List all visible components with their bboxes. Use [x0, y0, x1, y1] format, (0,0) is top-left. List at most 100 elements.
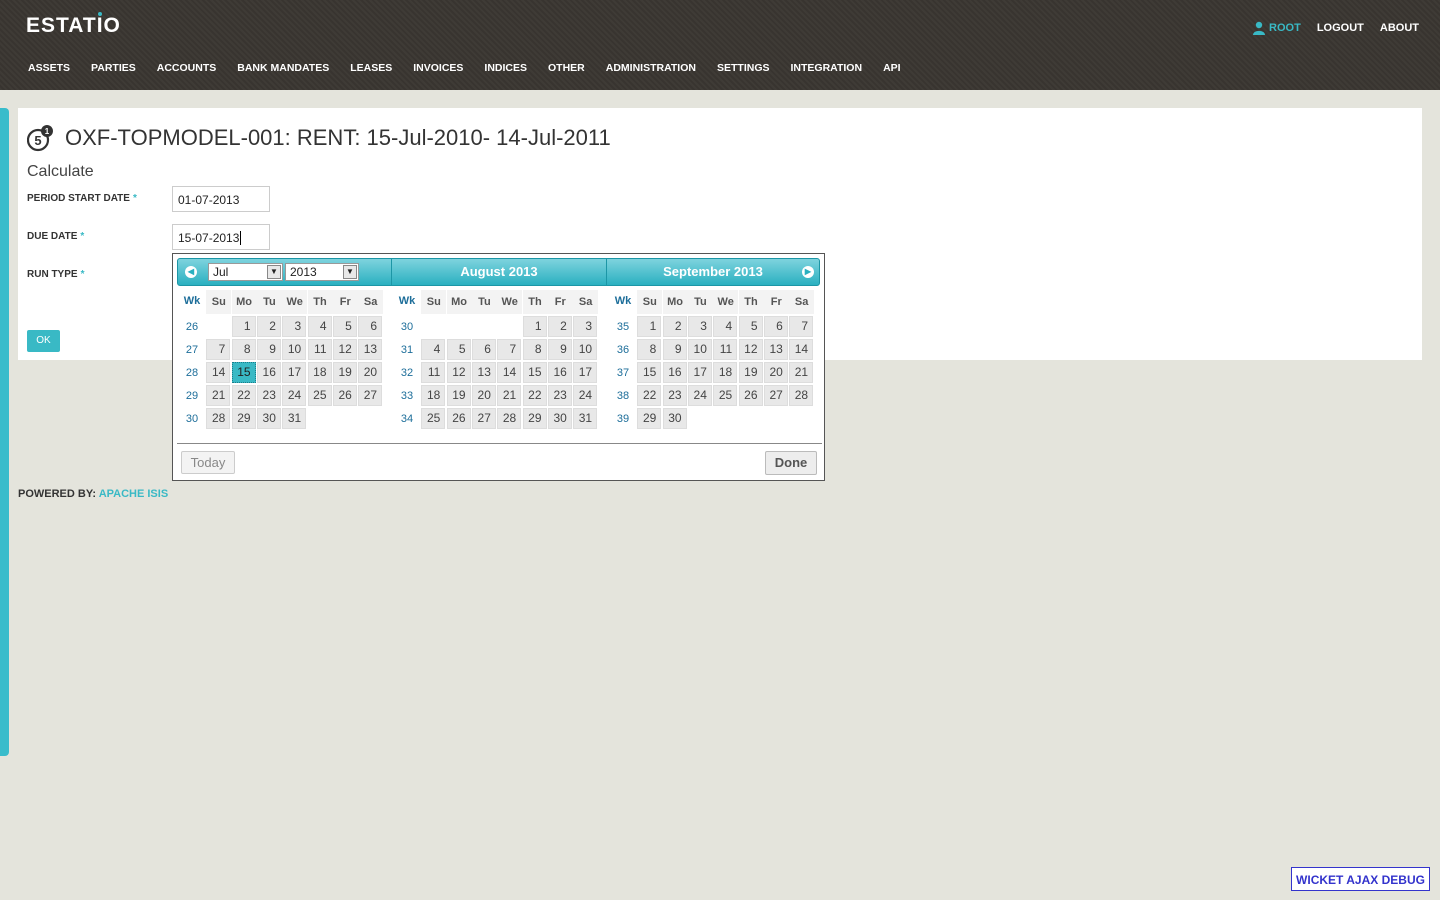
calendar-day[interactable]: 9: [256, 339, 281, 360]
calendar-day[interactable]: 5: [738, 316, 763, 337]
calendar-day[interactable]: 23: [256, 385, 281, 406]
period-start-field[interactable]: 01-07-2013: [172, 186, 270, 212]
calendar-day[interactable]: 19: [738, 362, 763, 383]
calendar-day[interactable]: 20: [763, 362, 788, 383]
calendar-day[interactable]: 21: [497, 385, 522, 406]
calendar-day[interactable]: 18: [713, 362, 738, 383]
calendar-day[interactable]: 7: [206, 339, 231, 360]
next-month-icon[interactable]: ▶: [802, 266, 814, 278]
calendar-day[interactable]: 22: [637, 385, 662, 406]
menu-item-parties[interactable]: PARTIES: [91, 62, 136, 74]
calendar-day[interactable]: 6: [763, 316, 788, 337]
calendar-day[interactable]: 24: [282, 385, 307, 406]
calendar-day[interactable]: 7: [497, 339, 522, 360]
calendar-day[interactable]: 17: [282, 362, 307, 383]
calendar-day[interactable]: 19: [446, 385, 471, 406]
menu-item-indices[interactable]: INDICES: [484, 62, 527, 74]
due-date-field[interactable]: 15-07-2013: [172, 224, 270, 250]
calendar-day[interactable]: 28: [497, 408, 522, 429]
calendar-day[interactable]: 8: [522, 339, 547, 360]
calendar-day[interactable]: 26: [332, 385, 357, 406]
calendar-day[interactable]: 30: [547, 408, 572, 429]
calendar-day[interactable]: 14: [789, 339, 814, 360]
calendar-day[interactable]: 9: [547, 339, 572, 360]
calendar-day[interactable]: 31: [282, 408, 307, 429]
calendar-day[interactable]: 6: [358, 316, 383, 337]
calendar-day[interactable]: 29: [522, 408, 547, 429]
calendar-day[interactable]: 12: [738, 339, 763, 360]
menu-item-assets[interactable]: ASSETS: [28, 62, 70, 74]
menu-item-api[interactable]: API: [883, 62, 901, 74]
calendar-day[interactable]: 16: [662, 362, 687, 383]
calendar-day[interactable]: 1: [522, 316, 547, 337]
calendar-day[interactable]: 27: [358, 385, 383, 406]
calendar-day[interactable]: 28: [206, 408, 231, 429]
menu-item-invoices[interactable]: INVOICES: [413, 62, 463, 74]
calendar-day[interactable]: 26: [738, 385, 763, 406]
calendar-day[interactable]: 25: [307, 385, 332, 406]
calendar-day[interactable]: 23: [547, 385, 572, 406]
calendar-day[interactable]: 12: [332, 339, 357, 360]
calendar-day[interactable]: 7: [789, 316, 814, 337]
calendar-day[interactable]: 13: [358, 339, 383, 360]
calendar-day[interactable]: 18: [421, 385, 446, 406]
calendar-day[interactable]: 27: [471, 408, 496, 429]
calendar-day[interactable]: 5: [446, 339, 471, 360]
calendar-day[interactable]: 29: [637, 408, 662, 429]
year-select[interactable]: 2013 ▼: [285, 263, 359, 281]
calendar-day[interactable]: 10: [282, 339, 307, 360]
calendar-day[interactable]: 17: [573, 362, 598, 383]
calendar-day[interactable]: 11: [421, 362, 446, 383]
calendar-day[interactable]: 10: [687, 339, 712, 360]
month-select[interactable]: Jul ▼: [208, 263, 283, 281]
calendar-day[interactable]: 24: [573, 385, 598, 406]
calendar-day[interactable]: 15: [637, 362, 662, 383]
wicket-ajax-debug-button[interactable]: WICKET AJAX DEBUG: [1291, 867, 1430, 891]
calendar-day[interactable]: 15: [522, 362, 547, 383]
calendar-day[interactable]: 4: [307, 316, 332, 337]
calendar-day[interactable]: 3: [687, 316, 712, 337]
calendar-day[interactable]: 26: [446, 408, 471, 429]
calendar-day[interactable]: 24: [687, 385, 712, 406]
app-logo[interactable]: ESTATIO: [26, 14, 121, 38]
calendar-day[interactable]: 11: [713, 339, 738, 360]
calendar-day[interactable]: 3: [282, 316, 307, 337]
menu-item-integration[interactable]: INTEGRATION: [791, 62, 863, 74]
calendar-day[interactable]: 6: [471, 339, 496, 360]
calendar-day[interactable]: 13: [763, 339, 788, 360]
apache-isis-link[interactable]: APACHE ISIS: [99, 488, 168, 500]
calendar-day[interactable]: 30: [256, 408, 281, 429]
menu-item-bank-mandates[interactable]: BANK MANDATES: [237, 62, 329, 74]
calendar-day[interactable]: 1: [231, 316, 256, 337]
calendar-day[interactable]: 11: [307, 339, 332, 360]
calendar-day[interactable]: 23: [662, 385, 687, 406]
calendar-day[interactable]: 30: [662, 408, 687, 429]
calendar-day[interactable]: 4: [713, 316, 738, 337]
calendar-day[interactable]: 8: [637, 339, 662, 360]
calendar-day[interactable]: 27: [763, 385, 788, 406]
prev-month-icon[interactable]: ◀: [185, 266, 197, 278]
calendar-day[interactable]: 29: [231, 408, 256, 429]
calendar-day[interactable]: 2: [256, 316, 281, 337]
calendar-day[interactable]: 22: [231, 385, 256, 406]
calendar-day[interactable]: 31: [573, 408, 598, 429]
calendar-day-selected[interactable]: 15: [231, 362, 256, 383]
calendar-day[interactable]: 19: [332, 362, 357, 383]
calendar-day[interactable]: 20: [358, 362, 383, 383]
menu-item-settings[interactable]: SETTINGS: [717, 62, 770, 74]
done-button[interactable]: Done: [765, 451, 817, 475]
calendar-day[interactable]: 9: [662, 339, 687, 360]
menu-item-accounts[interactable]: ACCOUNTS: [157, 62, 217, 74]
calendar-day[interactable]: 2: [662, 316, 687, 337]
user-link[interactable]: ROOT: [1252, 21, 1301, 35]
calendar-day[interactable]: 14: [206, 362, 231, 383]
ok-button[interactable]: OK: [27, 330, 60, 352]
calendar-day[interactable]: 14: [497, 362, 522, 383]
calendar-day[interactable]: 20: [471, 385, 496, 406]
calendar-day[interactable]: 1: [637, 316, 662, 337]
calendar-day[interactable]: 17: [687, 362, 712, 383]
calendar-day[interactable]: 21: [789, 362, 814, 383]
calendar-day[interactable]: 4: [421, 339, 446, 360]
calendar-day[interactable]: 2: [547, 316, 572, 337]
today-button[interactable]: Today: [181, 451, 235, 474]
